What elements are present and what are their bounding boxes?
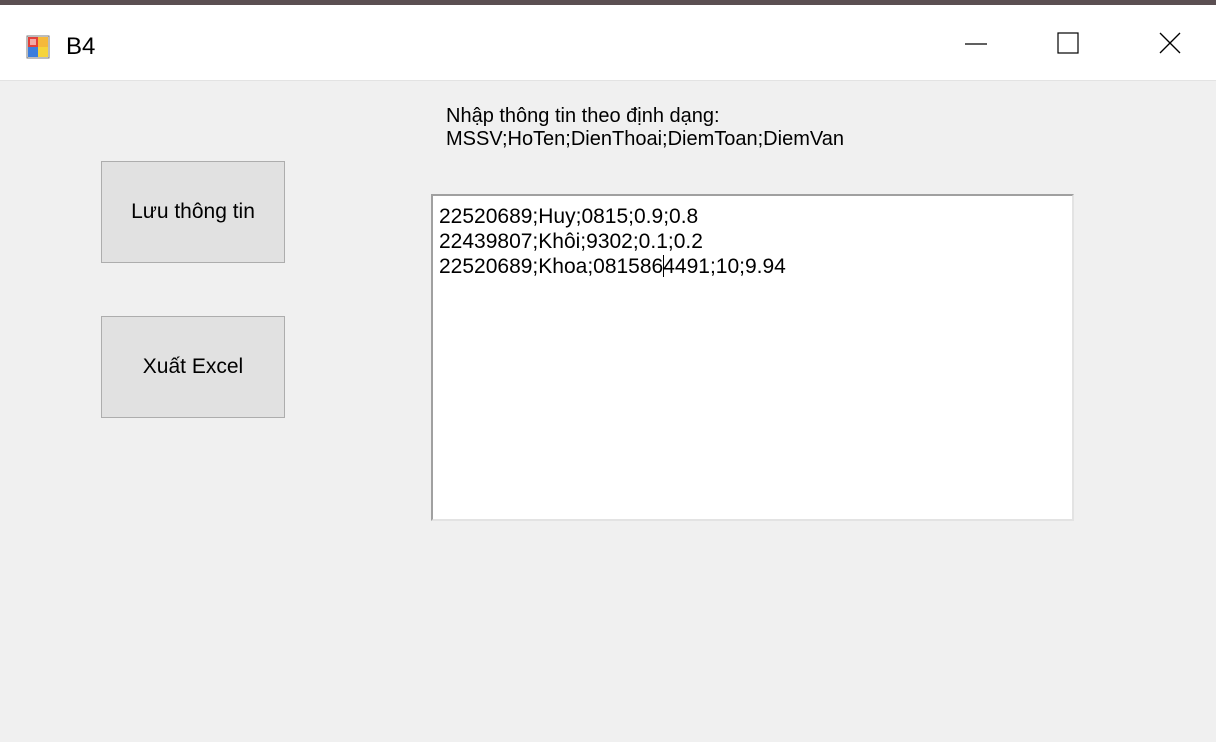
close-icon — [1159, 32, 1181, 54]
instruction-line-1: Nhập thông tin theo định dạng: — [446, 105, 720, 127]
close-button[interactable] — [1124, 5, 1216, 81]
save-info-button[interactable]: Lưu thông tin — [101, 161, 285, 263]
title-bar[interactable]: B4 — [0, 5, 1216, 81]
minimize-icon — [965, 43, 987, 45]
app-window: B4 Lưu thông tin Xuất Excel Nhập thông t… — [0, 0, 1216, 742]
textbox-line-after-caret: 4491;10;9.94 — [663, 255, 786, 278]
maximize-button[interactable] — [1022, 5, 1114, 81]
student-info-textbox[interactable]: 22520689;Huy;0815;0.9;0.8 22439807;Khôi;… — [431, 194, 1074, 521]
minimize-button[interactable] — [930, 5, 1022, 81]
format-instruction-label: Nhập thông tin theo định dạng: MSSV;HoTe… — [446, 105, 844, 151]
textbox-line: 22439807;Khôi;9302;0.1;0.2 — [439, 230, 703, 253]
form-client-area: Lưu thông tin Xuất Excel Nhập thông tin … — [0, 81, 1216, 742]
winforms-app-icon — [26, 35, 50, 59]
maximize-icon — [1057, 32, 1079, 54]
textbox-line-with-caret: 22520689;Khoa;0815864491;10;9.94 — [439, 254, 1066, 279]
instruction-line-2: MSSV;HoTen;DienThoai;DiemToan;DiemVan — [446, 128, 844, 150]
export-excel-button[interactable]: Xuất Excel — [101, 316, 285, 418]
textbox-line: 22520689;Huy;0815;0.9;0.8 — [439, 205, 699, 228]
window-title: B4 — [66, 33, 96, 60]
textbox-line-before-caret: 22520689;Khoa;081586 — [439, 255, 664, 278]
